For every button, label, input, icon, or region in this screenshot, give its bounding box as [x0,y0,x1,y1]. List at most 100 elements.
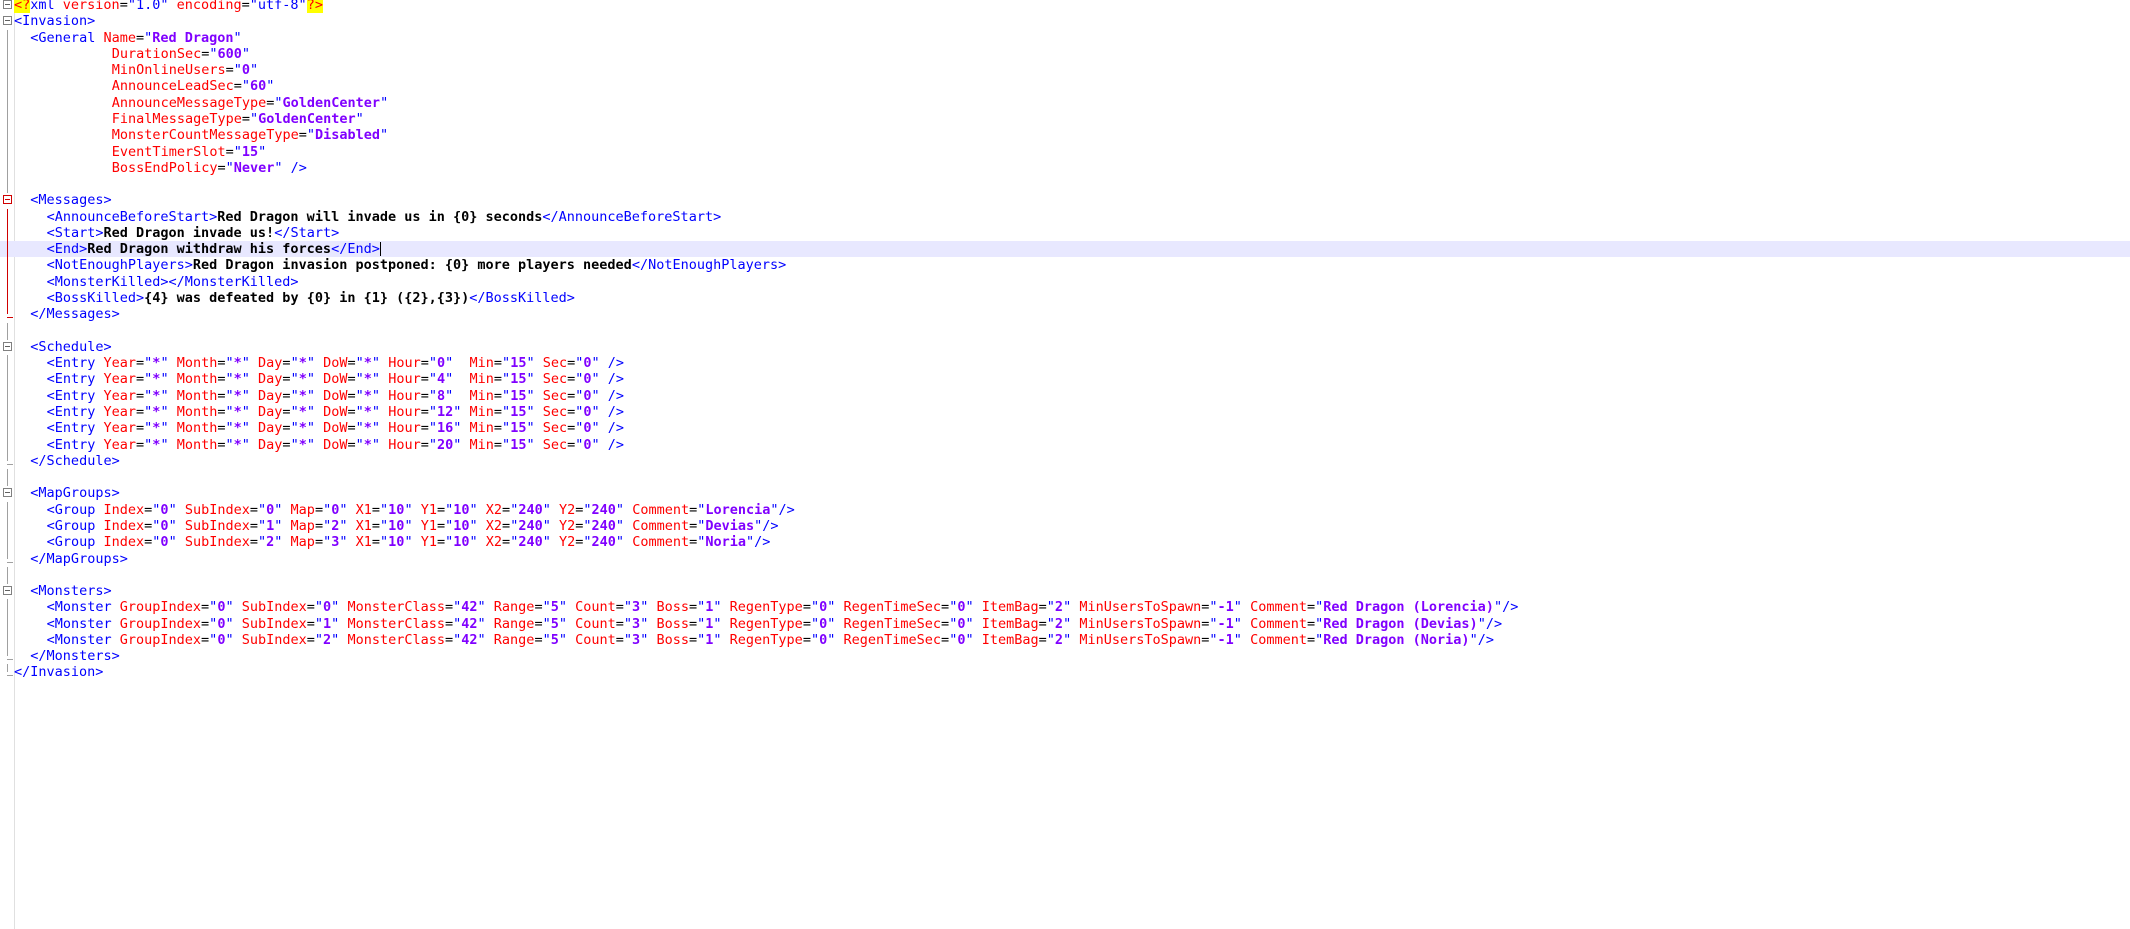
code-line[interactable]: EventTimerSlot="15" [0,143,2130,161]
fold-guide-line [7,517,8,535]
token-tagc: " /> [274,159,307,176]
token-tagc: " [355,436,364,453]
code-line[interactable]: FinalMessageType="GoldenCenter" [0,110,2130,128]
fold-toggle-icon[interactable] [3,0,12,9]
code-line[interactable]: <Monster GroupIndex="0" SubIndex="1" Mon… [0,615,2130,633]
code-line[interactable]: <Entry Year="*" Month="*" Day="*" DoW="*… [0,371,2130,389]
token-attr: Comment [632,501,690,518]
code-line[interactable]: <End>Red Dragon withdraw his forces</End… [0,241,2130,259]
fold-guide-line [7,94,8,112]
token-attr: Name [103,29,136,46]
code-text: <Messages> [30,192,111,208]
code-text: <MapGroups> [30,485,119,501]
code-line[interactable]: </Invasion> [0,664,2130,680]
token-tagc: " [225,420,234,437]
code-line[interactable]: <?xml version="1.0" encoding="utf-8"?> [0,0,2130,13]
code-line[interactable]: <Start>Red Dragon invade us!</Start> [0,224,2130,242]
code-line[interactable]: <Monsters> [0,583,2130,599]
code-line[interactable]: MonsterCountMessageType="Disabled" [0,127,2130,145]
token-val: 0 [436,355,446,372]
code-line[interactable]: <BossKilled>{4} was defeated by {0} in {… [0,290,2130,308]
code-line[interactable]: <Entry Year="*" Month="*" Day="*" DoW="*… [0,355,2130,373]
token-tagc: " [168,517,185,534]
code-line[interactable]: <Invasion> [0,13,2130,29]
token-eq: = [1038,599,1047,616]
code-line[interactable]: </MapGroups> [0,550,2130,567]
token-val: 10 [453,534,470,551]
code-line[interactable]: MinOnlineUsers="0" [0,62,2130,80]
code-line[interactable]: BossEndPolicy="Never" /> [0,159,2130,177]
code-line[interactable] [0,176,2130,194]
xml-editor[interactable]: <?xml version="1.0" encoding="utf-8"?> <I… [0,0,2130,929]
code-line[interactable]: <Entry Year="*" Month="*" Day="*" DoW="*… [0,420,2130,438]
code-line[interactable]: <Group Index="0" SubIndex="0" Map="0" X1… [0,501,2130,519]
token-tagc: " [526,404,543,420]
token-tagc: " [241,45,251,62]
code-line[interactable]: <General Name="Red Dragon" [0,29,2130,47]
fold-end-marker [7,648,13,661]
token-tagc: " [526,387,543,404]
token-tagc: " [526,420,543,437]
code-line[interactable] [0,469,2130,487]
code-line[interactable]: <Monster GroupIndex="0" SubIndex="0" Mon… [0,599,2130,617]
code-line[interactable] [0,566,2130,584]
token-val: * [233,355,242,372]
fold-guide-line [7,224,8,242]
token-attr: ItemBag [981,615,1039,632]
token-eq: = [306,615,315,632]
fold-toggle-icon[interactable] [3,488,12,498]
token-val: 15 [241,143,259,160]
token-eq: = [615,631,624,648]
token-tagc: " [306,371,324,388]
code-line[interactable] [0,322,2130,340]
code-line[interactable]: <AnnounceBeforeStart>Red Dragon will inv… [0,208,2130,226]
code-line[interactable]: <Group Index="0" SubIndex="2" Map="3" X1… [0,534,2130,552]
code-line[interactable]: <MapGroups> [0,485,2130,501]
code-line[interactable]: AnnounceLeadSec="60" [0,78,2130,96]
code-text: MonsterCountMessageType="Disabled" [112,127,388,143]
token-attr: Day [258,387,283,404]
code-line[interactable]: <Group Index="0" SubIndex="1" Map="2" X1… [0,517,2130,535]
fold-toggle-icon[interactable] [3,16,12,26]
token-attr: SubIndex [184,534,250,551]
token-val: 0 [160,517,169,534]
code-text: <Start>Red Dragon invade us!</Start> [47,225,340,241]
token-attr: MinOnlineUsers [111,62,226,79]
token-attr: Map [290,501,315,518]
token-attr: Hour [388,371,421,388]
code-line[interactable]: DurationSec="600" [0,45,2130,63]
code-line[interactable]: </Schedule> [0,452,2130,469]
code-line[interactable]: <Entry Year="*" Month="*" Day="*" DoW="*… [0,436,2130,454]
token-eq: = [298,127,307,144]
fold-toggle-icon[interactable] [3,341,12,351]
code-line[interactable]: <Entry Year="*" Month="*" Day="*" DoW="*… [0,387,2130,405]
token-tagc: " [241,78,250,95]
code-line[interactable]: <Schedule> [0,339,2130,355]
token-eq: = [282,436,291,453]
fold-toggle-icon[interactable] [3,586,12,596]
token-eq: = [420,371,429,388]
token-tagc: " [469,517,486,534]
code-line[interactable]: <Messages> [0,192,2130,208]
code-line[interactable]: <Monster GroupIndex="0" SubIndex="2" Mon… [0,631,2130,649]
token-eq: = [689,517,698,534]
token-eq: = [802,599,811,616]
fold-guide-line [7,566,8,584]
token-tagc: <Messages> [30,192,112,209]
code-line[interactable]: <MonsterKilled></MonsterKilled> [0,273,2130,291]
code-line[interactable]: </Monsters> [0,648,2130,664]
token-tagc: <Group [46,534,104,551]
token-attr: X1 [355,501,372,518]
token-tagc: <MapGroups> [30,485,120,502]
code-line[interactable]: AnnounceMessageType="GoldenCenter" [0,94,2130,112]
token-val: Red Dragon (Noria) [1323,631,1470,648]
token-val: 2 [1054,631,1064,648]
code-line[interactable]: </Messages> [0,306,2130,322]
token-tagc: " [526,436,543,453]
code-line[interactable]: <NotEnoughPlayers>Red Dragon invasion po… [0,257,2130,275]
token-tagc: " [502,436,511,453]
token-attr: Boss [656,599,689,616]
fold-toggle-icon[interactable] [3,195,12,205]
code-line[interactable]: <Entry Year="*" Month="*" Day="*" DoW="*… [0,404,2130,421]
token-attr: Year [103,436,137,453]
